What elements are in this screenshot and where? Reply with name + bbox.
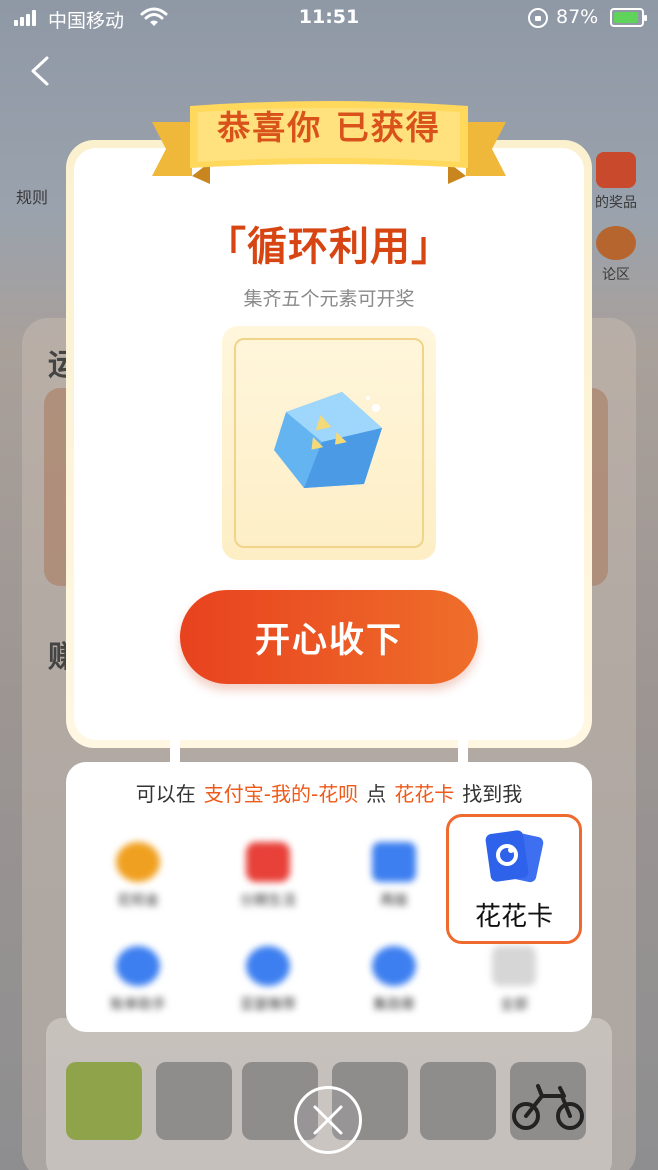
grid-item-huabei-gold[interactable]: 花呗金 (88, 842, 188, 910)
reward-name: 「循环利用」 (206, 224, 452, 270)
battery-percent: 87% (556, 6, 599, 28)
grid-icon (492, 946, 536, 986)
grid-item-label: 亚瑟推荐 (240, 997, 296, 1013)
card-icon (485, 830, 544, 883)
hint-middle: 点 (366, 782, 387, 806)
grid-item-medal[interactable]: 集勋章 (344, 946, 444, 1014)
coin-icon (116, 842, 160, 882)
grid-item-label: 集勋章 (373, 997, 415, 1013)
tile-phone (420, 1062, 496, 1140)
chat-icon (596, 226, 636, 260)
tile-recycle (156, 1062, 232, 1140)
my-prizes-entry[interactable]: 的奖品 (584, 152, 648, 212)
discussion-label: 论区 (602, 267, 630, 283)
grid-item-label: 花呗金 (117, 893, 159, 909)
grid-item-recommend[interactable]: 亚瑟推荐 (218, 946, 318, 1014)
recycle-cube-icon (274, 392, 382, 488)
installment-icon (246, 842, 290, 882)
hint-text: 可以在 支付宝-我的-花呗点花花卡 找到我 (66, 778, 592, 807)
clock-icon (116, 946, 160, 986)
close-button[interactable] (294, 1086, 362, 1154)
orientation-lock-icon (528, 8, 548, 28)
grid-item-bill-assistant[interactable]: 账单助手 (88, 946, 188, 1014)
grid-item-calendar[interactable]: 再版 (344, 842, 444, 910)
close-icon (313, 1105, 343, 1135)
accept-button[interactable]: 开心收下 (180, 590, 478, 684)
hint-target: 花花卡 (394, 782, 455, 806)
bag-icon (246, 946, 290, 986)
grid-item-label: 分期生活 (240, 893, 296, 909)
hint-prefix: 可以在 (135, 782, 196, 806)
grid-item-label: 全部 (500, 997, 528, 1013)
grid-item-all[interactable]: 全部 (464, 946, 564, 1014)
grid-item-label: 账单助手 (110, 997, 166, 1013)
huahua-card-label: 花花卡 (474, 902, 553, 932)
gift-icon (596, 152, 636, 188)
hint-suffix: 找到我 (462, 782, 523, 806)
calendar-icon (372, 842, 416, 882)
ribbon-title: 恭喜你 已获得 (217, 108, 441, 147)
grid-item-label: 再版 (380, 893, 408, 909)
medal-icon (372, 946, 416, 986)
status-bar: 中国移动 11:51 87% (0, 0, 658, 36)
bike-icon (512, 1084, 584, 1130)
grid-item-installment[interactable]: 分期生活 (218, 842, 318, 910)
discussion-entry[interactable]: 论区 (584, 226, 648, 284)
tile-card (66, 1062, 142, 1140)
reward-subtitle: 集齐五个元素可开奖 (243, 288, 415, 310)
back-arrow-icon[interactable] (26, 56, 56, 86)
rules-link[interactable]: 规则 (16, 184, 48, 208)
my-prizes-label: 的奖品 (595, 195, 637, 211)
battery-icon (610, 8, 647, 27)
hint-path: 支付宝-我的-花呗 (203, 782, 359, 806)
